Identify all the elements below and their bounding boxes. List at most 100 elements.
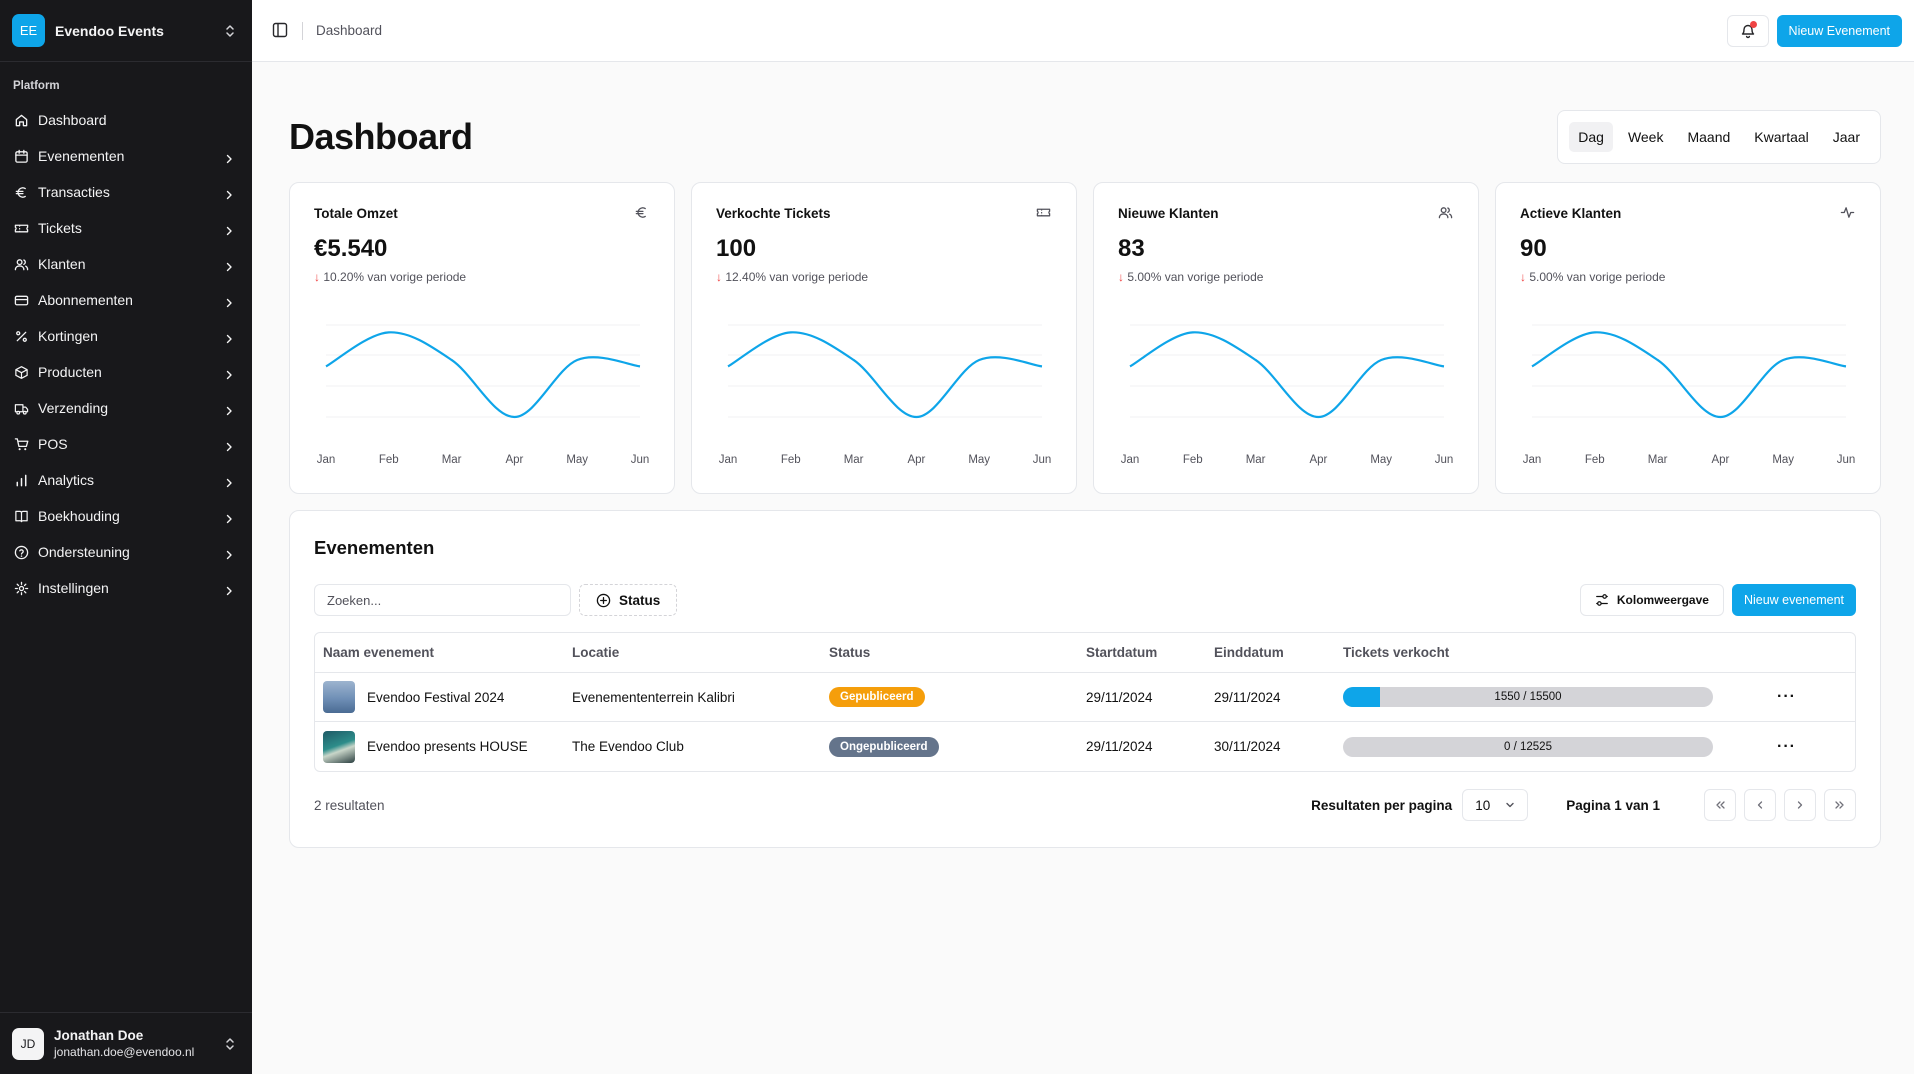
row-actions-cell: ··· [1718,738,1855,756]
table-row[interactable]: Evendoo Festival 2024 Evenemententerrein … [315,673,1855,722]
x-tick-label: Apr [1711,454,1729,466]
chevrons-up-down-icon [224,1037,238,1051]
sidebar-item-ondersteuning[interactable]: Ondersteuning [0,534,252,570]
truck-icon [13,400,29,416]
sidebar-item-producten[interactable]: Producten [0,354,252,390]
ticket-icon [13,220,29,236]
x-tick-label: May [1370,454,1392,466]
sidebar-item-verzending[interactable]: Verzending [0,390,252,426]
card-header: Actieve Klanten [1520,205,1856,221]
stat-card: Nieuwe Klanten 83 ↓ 5.00% van vorige perio… [1093,182,1479,494]
period-tab-week[interactable]: Week [1619,122,1673,152]
event-status-cell: Gepubliceerd [829,687,1086,707]
sidebar-item-label: Abonnementen [38,292,133,308]
sidebar-item-kortingen[interactable]: Kortingen [0,318,252,354]
chevron-right-icon [224,259,234,272]
event-end-date: 29/11/2024 [1214,689,1281,705]
sidebar-item-abonnementen[interactable]: Abonnementen [0,282,252,318]
first-page-button[interactable] [1704,789,1736,821]
column-header-location[interactable]: Locatie [572,645,829,660]
series-line [325,331,641,419]
chevron-right-icon [1797,801,1803,809]
sidebar-item-label: POS [38,436,68,452]
x-tick-label: May [566,454,588,466]
tickets-progress-label: 0 / 12525 [1504,740,1552,753]
event-name: Evendoo Festival 2024 [367,689,505,705]
column-header-start[interactable]: Startdatum [1086,645,1214,660]
sidebar-item-transacties[interactable]: Transacties [0,174,252,210]
sidebar-item-analytics[interactable]: Analytics [0,462,252,498]
column-header-tickets[interactable]: Tickets verkocht [1343,645,1718,660]
column-view-button[interactable]: Kolomweergave [1579,584,1724,616]
previous-page-button[interactable] [1744,789,1776,821]
sidebar-toggle-icon[interactable] [272,22,290,40]
rows-per-page-select[interactable]: 10 [1462,789,1529,821]
status-filter-button[interactable]: Status [579,584,678,616]
sidebar-item-pos[interactable]: POS [0,426,252,462]
sidebar-item-boekhouding[interactable]: Boekhouding [0,498,252,534]
chevron-left-icon [1757,801,1763,809]
x-tick-label: Jan [1121,454,1140,466]
x-tick-label: Jun [1033,454,1052,466]
user-menu[interactable]: JD Jonathan Doe jonathan.doe@evendoo.nl [0,1012,252,1074]
sidebar-item-klanten[interactable]: Klanten [0,246,252,282]
sidebar-item-label: Ondersteuning [38,544,130,560]
sparkline-chart: Jan Feb Mar Apr May Jun [317,324,649,466]
users-icon [13,256,29,272]
sidebar-item-tickets[interactable]: Tickets [0,210,252,246]
column-header-end[interactable]: Einddatum [1214,645,1343,660]
sidebar-item-evenementen[interactable]: Evenementen [0,138,252,174]
tickets-progress-label: 1550 / 15500 [1494,691,1562,703]
breadcrumb[interactable]: Dashboard [316,23,1727,38]
gear-icon [13,580,29,596]
card-delta: ↓ 5.00% van vorige periode [1118,270,1454,284]
stat-card: Verkochte Tickets 100 ↓ 12.40% van vorige … [691,182,1077,494]
period-tab-dag[interactable]: Dag [1569,122,1613,152]
page-title: Dashboard [289,116,473,157]
sidebar-item-label: Producten [38,364,102,380]
card-value: 83 [1118,235,1145,262]
period-tabs: Dag Week Maand Kwartaal Jaar [1557,110,1881,164]
search-input[interactable] [314,584,571,616]
x-tick-label: Apr [907,454,925,466]
chevron-right-icon [224,223,234,236]
period-tab-kwartaal[interactable]: Kwartaal [1745,122,1817,152]
chevron-right-icon [224,511,234,524]
more-actions-icon[interactable]: ··· [1777,738,1796,756]
column-header-status[interactable]: Status [829,645,1086,660]
notifications-button[interactable] [1726,14,1769,47]
x-tick-label: Feb [1183,454,1203,466]
more-actions-icon[interactable]: ··· [1777,688,1796,706]
chevrons-up-down-icon [224,24,238,38]
new-event-table-button[interactable]: Nieuw evenement [1731,584,1856,616]
next-page-button[interactable] [1784,789,1816,821]
column-header-name[interactable]: Naam evenement [315,645,572,660]
card-value: 100 [716,235,757,262]
x-tick-label: Jun [1435,454,1454,466]
delta-arrow: ↓ [314,270,320,284]
tickets-progress-bar: 0 / 12525 [1343,736,1713,757]
period-tab-jaar[interactable]: Jaar [1824,122,1869,152]
sparkline-chart: Jan Feb Mar Apr May Jun [1523,324,1855,466]
series-line [1129,331,1445,419]
period-tab-maand[interactable]: Maand [1678,122,1739,152]
team-switcher[interactable]: EE Evendoo Events [0,0,252,62]
table-row[interactable]: Evendoo presents HOUSE The Evendoo Club On… [315,722,1855,771]
x-tick-label: Apr [1309,454,1327,466]
x-tick-label: May [1772,454,1794,466]
last-page-button[interactable] [1824,789,1856,821]
chevron-right-icon [224,439,234,452]
tickets-progress-bar: 1550 / 15500 [1343,687,1713,707]
nav-group-label: Platform [13,80,60,92]
tickets-sold-cell: 1550 / 15500 [1343,687,1718,707]
chevron-right-icon [224,403,234,416]
chevrons-left-icon [1716,801,1725,809]
sidebar-item-dashboard[interactable]: Dashboard [0,102,252,138]
euro-icon [634,205,650,221]
sidebar-item-instellingen[interactable]: Instellingen [0,570,252,606]
delta-text: 10.20% van vorige periode [323,270,467,284]
card-title: Totale Omzet [314,205,398,221]
new-event-button[interactable]: Nieuw Evenement [1776,14,1902,47]
x-tick-label: May [968,454,990,466]
x-tick-label: Feb [379,454,399,466]
